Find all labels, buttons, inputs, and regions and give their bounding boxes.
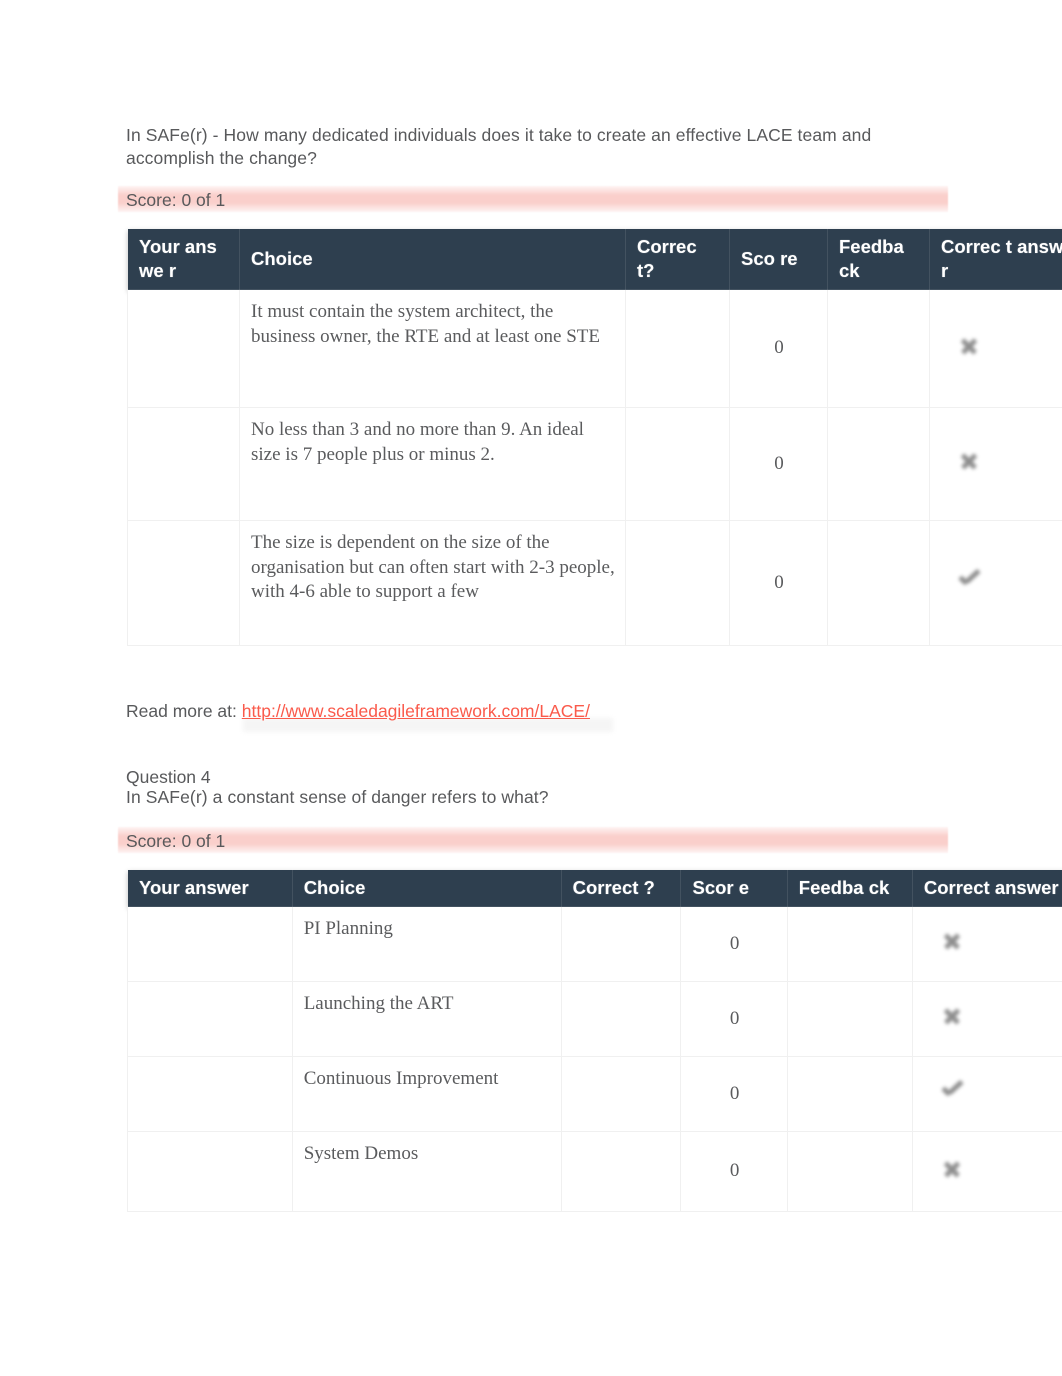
cell-feedback xyxy=(827,289,930,408)
cell-your-answer xyxy=(127,981,293,1057)
cell-choice: No less than 3 and no more than 9. An id… xyxy=(239,407,626,521)
cell-feedback xyxy=(786,1056,913,1132)
col-header-score: Scor e xyxy=(680,869,788,907)
table-row: It must contain the system architect, th… xyxy=(127,289,1062,408)
col-header-choice: Choice xyxy=(291,869,562,907)
cell-feedback xyxy=(827,520,930,646)
question-1-prompt: In SAFe(r) - How many dedicated individu… xyxy=(126,125,872,168)
cell-your-answer xyxy=(127,407,240,521)
cell-correct xyxy=(560,1131,682,1212)
col-header-correct-answer: Correct answer xyxy=(911,869,1062,907)
cross-icon xyxy=(958,449,980,471)
cell-choice: Launching the ART xyxy=(291,981,562,1057)
question-2-results-table: Your answer Choice Correct ? Scor e Feed… xyxy=(127,869,1062,1212)
cell-choice: It must contain the system architect, th… xyxy=(239,289,626,408)
col-header-correct: Correct ? xyxy=(560,869,682,907)
cell-your-answer xyxy=(127,906,293,982)
check-icon xyxy=(958,568,980,590)
cell-feedback xyxy=(786,906,913,982)
cell-correct xyxy=(560,906,682,982)
cell-correct xyxy=(625,407,730,521)
cell-correct xyxy=(625,289,730,408)
cell-score: 0 xyxy=(680,906,788,982)
read-more-label: Read more at: xyxy=(126,701,237,721)
cell-score: 0 xyxy=(729,520,828,646)
col-header-your-answer: Your answer xyxy=(127,869,293,907)
cell-feedback xyxy=(827,407,930,521)
cell-correct-answer xyxy=(929,520,1062,646)
cell-your-answer xyxy=(127,520,240,646)
cell-feedback xyxy=(786,1131,913,1212)
question-1-score-bar xyxy=(118,186,948,212)
col-header-score: Sco re xyxy=(729,228,828,290)
cell-correct-answer xyxy=(911,1131,1062,1212)
cross-icon xyxy=(958,334,980,356)
question-2-score-bar xyxy=(118,827,948,853)
cross-icon xyxy=(941,929,963,951)
cell-correct-answer xyxy=(911,1056,1062,1132)
cell-choice: Continuous Improvement xyxy=(291,1056,562,1132)
cell-score: 0 xyxy=(729,407,828,521)
cell-correct xyxy=(560,1056,682,1132)
cell-correct-answer xyxy=(911,906,1062,982)
read-more-link[interactable]: http://www.scaledagileframework.com/LACE… xyxy=(242,701,590,721)
table-row: No less than 3 and no more than 9. An id… xyxy=(127,407,1062,521)
question-2-score-text: Score: 0 of 1 xyxy=(126,831,226,851)
table-header-row: Your answe r Choice Correc t? Sco re Fee… xyxy=(127,228,1062,290)
cell-your-answer xyxy=(127,1131,293,1212)
table-row: Launching the ART 0 xyxy=(127,981,1062,1057)
cell-your-answer xyxy=(127,1056,293,1132)
table-header-row: Your answer Choice Correct ? Scor e Feed… xyxy=(127,869,1062,907)
read-more-line: Read more at: http://www.scaledagilefram… xyxy=(126,700,590,723)
cell-correct-answer xyxy=(929,289,1062,408)
cross-icon xyxy=(941,1004,963,1026)
col-header-feedback: Feedba ck xyxy=(827,228,930,290)
col-header-correct-answer: Correc t answer xyxy=(929,228,1062,290)
question-2-prompt: In SAFe(r) a constant sense of danger re… xyxy=(126,787,549,807)
table-row: Continuous Improvement 0 xyxy=(127,1056,1062,1132)
check-icon xyxy=(941,1079,963,1101)
question-1-results-table: Your answe r Choice Correc t? Sco re Fee… xyxy=(127,228,1062,646)
cell-correct-answer xyxy=(911,981,1062,1057)
cell-feedback xyxy=(786,981,913,1057)
cell-score: 0 xyxy=(680,1131,788,1212)
table-row: The size is dependent on the size of the… xyxy=(127,520,1062,646)
cell-correct-answer xyxy=(929,407,1062,521)
cell-score: 0 xyxy=(680,981,788,1057)
cell-your-answer xyxy=(127,289,240,408)
col-header-feedback: Feedba ck xyxy=(786,869,913,907)
cell-score: 0 xyxy=(680,1056,788,1132)
table-row: PI Planning 0 xyxy=(127,906,1062,982)
cell-correct xyxy=(625,520,730,646)
quiz-results-page: In SAFe(r) - How many dedicated individu… xyxy=(0,0,1062,1376)
col-header-choice: Choice xyxy=(239,228,626,290)
cell-choice: System Demos xyxy=(291,1131,562,1212)
cell-score: 0 xyxy=(729,289,828,408)
cell-correct xyxy=(560,981,682,1057)
table-row: System Demos 0 xyxy=(127,1131,1062,1212)
question-1-score-text: Score: 0 of 1 xyxy=(126,190,226,210)
col-header-your-answer: Your answe r xyxy=(127,228,240,290)
col-header-correct: Correc t? xyxy=(625,228,730,290)
cross-icon xyxy=(941,1157,963,1179)
cell-choice: PI Planning xyxy=(291,906,562,982)
cell-choice: The size is dependent on the size of the… xyxy=(239,520,626,646)
